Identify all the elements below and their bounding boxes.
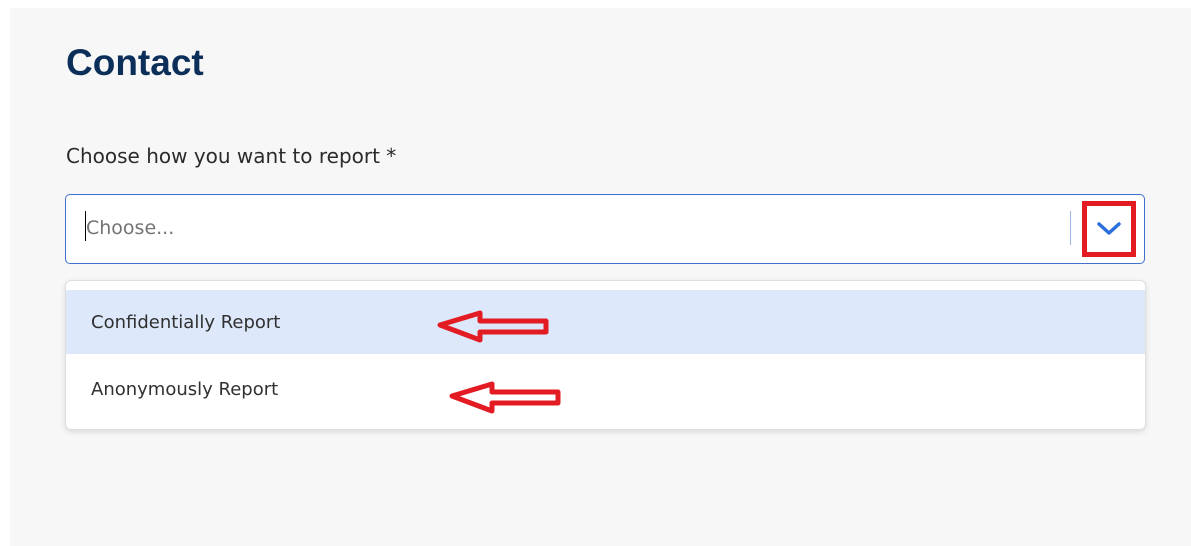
select-separator	[1070, 211, 1071, 245]
report-method-input[interactable]	[86, 213, 1046, 243]
dropdown-menu: Confidentially Report Anonymously Report	[65, 280, 1146, 430]
report-method-label: Choose how you want to report *	[66, 144, 397, 168]
dropdown-toggle-button[interactable]	[1082, 201, 1136, 257]
left-arrow-icon	[449, 381, 561, 414]
option-anonymously-report[interactable]: Anonymously Report	[66, 357, 1145, 421]
option-confidentially-report[interactable]: Confidentially Report	[66, 290, 1145, 354]
report-method-select[interactable]	[65, 194, 1145, 264]
left-arrow-icon	[437, 310, 549, 343]
chevron-down-icon	[1097, 222, 1121, 235]
page-title: Contact	[66, 42, 204, 83]
content-panel	[10, 8, 1191, 546]
